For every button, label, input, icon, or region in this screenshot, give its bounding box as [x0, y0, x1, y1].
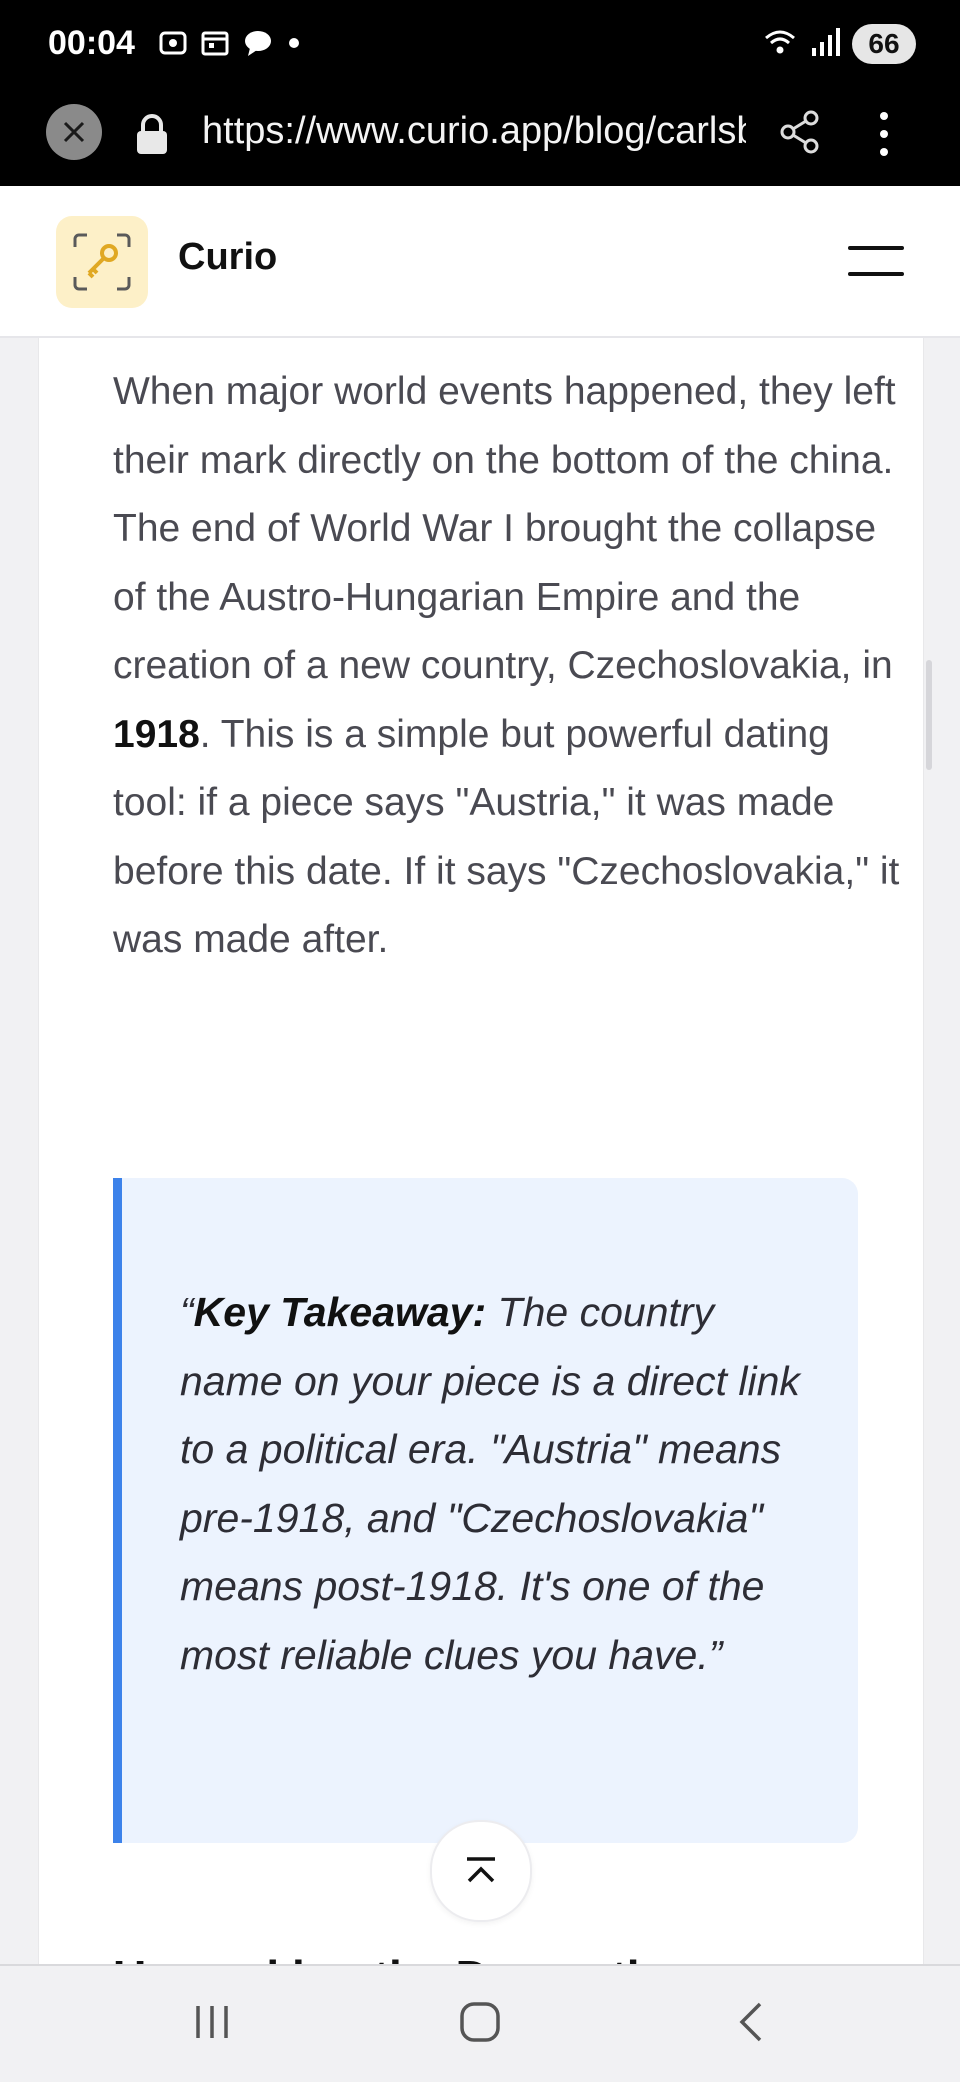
home-icon [460, 2002, 500, 2042]
system-status: 66 [762, 24, 916, 64]
key-takeaway-quote: “Key Takeaway: The country name on your … [113, 1178, 858, 1843]
chevron-up-icon [467, 1857, 495, 1883]
chat-bubble-icon [242, 28, 274, 63]
open-quote: “ [180, 1289, 194, 1335]
status-time: 00:04 [48, 24, 135, 62]
browser-toolbar: https://www.curio.app/blog/carlsbad-aust… [0, 90, 960, 186]
menu-button[interactable] [848, 246, 904, 278]
key-icon [73, 233, 131, 291]
signal-icon [810, 26, 840, 63]
wifi-icon [762, 26, 798, 63]
next-section-heading: Unmasking the Decorati [113, 1950, 833, 1964]
article-body: When major world events happened, they l… [38, 338, 924, 1968]
recent-apps-button[interactable] [192, 2000, 236, 2049]
calendar-icon [200, 28, 230, 63]
notification-icons [158, 28, 302, 63]
more-options-button[interactable] [866, 106, 902, 162]
paragraph-text-1: When major world events happened, they l… [113, 370, 896, 687]
back-to-top-button[interactable] [430, 1820, 532, 1922]
quote-body: The country name on your piece is a dire… [180, 1289, 800, 1678]
dot-icon [286, 28, 302, 63]
quote-label: Key Takeaway: [193, 1289, 487, 1335]
home-button[interactable] [458, 2000, 502, 2049]
screenshot-icon [158, 28, 188, 63]
article-paragraph: When major world events happened, they l… [113, 358, 903, 975]
back-button[interactable] [730, 2000, 774, 2049]
quote-text: “Key Takeaway: The country name on your … [180, 1278, 820, 1689]
close-tab-button[interactable] [46, 104, 102, 160]
close-icon [63, 121, 85, 143]
share-button[interactable] [778, 108, 822, 161]
year-highlight: 1918 [113, 712, 200, 756]
brand-name[interactable]: Curio [178, 236, 277, 279]
back-icon [739, 2002, 762, 2042]
url-field[interactable]: https://www.curio.app/blog/carlsbad-aust… [202, 110, 746, 153]
battery-indicator: 66 [852, 24, 916, 64]
share-icon [780, 110, 819, 154]
recent-apps-icon [196, 2006, 228, 2038]
status-bar: 00:04 66 [0, 0, 960, 90]
next-heading-text: Unmasking the Decorati [113, 1950, 640, 1964]
lock-icon[interactable] [134, 112, 170, 161]
paragraph-text-2: . This is a simple but powerful dating t… [113, 712, 900, 962]
system-navigation-bar [0, 1964, 960, 2082]
page-scrollbar[interactable] [926, 660, 932, 770]
curio-logo[interactable] [56, 216, 148, 308]
site-header: Curio [0, 186, 960, 338]
close-quote: ” [708, 1631, 723, 1678]
